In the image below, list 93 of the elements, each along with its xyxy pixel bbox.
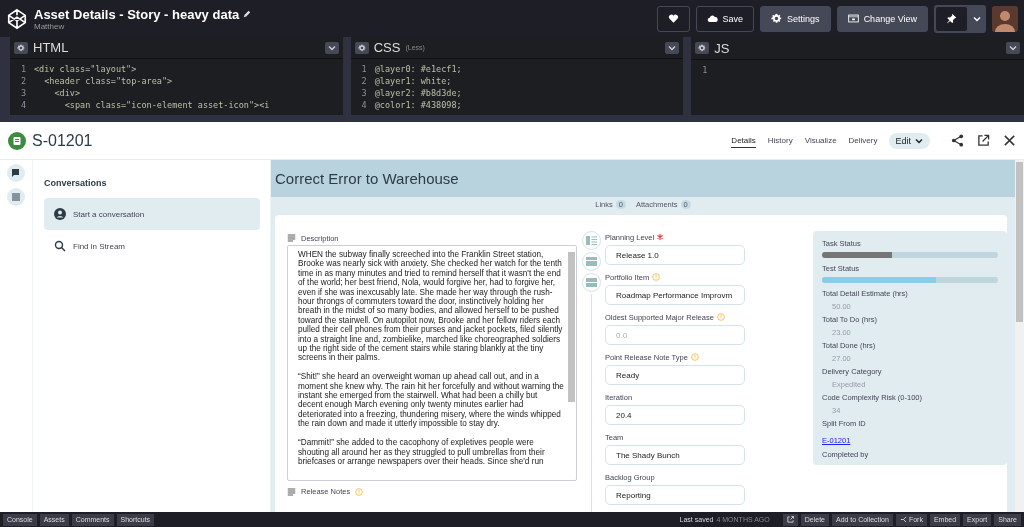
- fork-icon: [899, 516, 907, 523]
- panel-toggle-button[interactable]: [581, 231, 601, 250]
- settings-icon: [17, 43, 25, 52]
- conversation-item[interactable]: Find in Stream: [44, 230, 260, 262]
- close-icon[interactable]: [1003, 134, 1016, 147]
- user-icon: [54, 208, 66, 220]
- detail-tab[interactable]: Visualize: [804, 133, 837, 148]
- code-line: <div class="layout">: [34, 63, 137, 75]
- code-line: @layer1: white;: [374, 75, 452, 87]
- editor-title: CSS: [373, 40, 401, 55]
- layout-icon: [585, 257, 597, 266]
- line-number: 4: [360, 99, 367, 111]
- line-number: 3: [360, 87, 367, 99]
- line-number: 4: [19, 99, 26, 111]
- description-paragraph: “Shit!” she heard an overweight woman up ahead call out, and in a moment she knew why. The rain hit her forcefully and without warning the instant she emerged from the stairwell. What had been a chilly but decent enough March evening only twenty minutes earlier had deteriorated into a freezing, thundering misery, where the winds whipped the rain down and made it utterly impossible to stay dry.: [298, 372, 564, 429]
- external-link-icon: [786, 516, 794, 523]
- code-line: <div>: [53, 87, 81, 99]
- layout-icon: [585, 278, 597, 287]
- code-line: <span class="icon-element asset-icon"><i: [63, 99, 270, 111]
- toolbar-button[interactable]: Change View: [836, 5, 928, 32]
- asset-title: Correct Error to Warehouse: [271, 160, 1015, 197]
- collapse-button[interactable]: [665, 41, 680, 54]
- collapse-button[interactable]: [324, 41, 339, 54]
- toolbar-button[interactable]: Save: [695, 5, 755, 32]
- editor-title: JS: [714, 40, 730, 56]
- description-textarea[interactable]: [287, 245, 577, 481]
- collapse-button[interactable]: [1006, 42, 1020, 54]
- pen-title: Asset Details - Story - heavy data: [34, 6, 240, 22]
- cloud-icon: [706, 13, 718, 24]
- code-line: @layer2: #b8d3de;: [374, 87, 462, 99]
- text-field[interactable]: The Shady Bunch: [605, 445, 745, 465]
- external-link-icon[interactable]: [977, 134, 990, 147]
- editor-settings-button[interactable]: [695, 42, 710, 54]
- pin-icon: [946, 13, 957, 24]
- code-line: @layer0: #e1ecf1;: [374, 63, 462, 75]
- warning-icon: [716, 313, 725, 321]
- search-icon: [54, 240, 66, 252]
- asset-id: S-01201: [32, 131, 94, 150]
- author-name[interactable]: Matthew: [34, 21, 651, 31]
- settings-icon: [771, 13, 783, 24]
- pencil-icon[interactable]: [243, 10, 252, 18]
- panel-toggle-button[interactable]: [581, 252, 601, 271]
- text-field[interactable]: 20.4: [605, 405, 745, 425]
- detail-tab[interactable]: Delivery: [848, 133, 878, 148]
- columns-icon: [585, 236, 597, 245]
- line-number: 1: [19, 63, 26, 75]
- text-field[interactable]: 0.0: [605, 325, 745, 345]
- pin-button[interactable]: [935, 5, 968, 32]
- warning-icon: [690, 353, 699, 361]
- warning-icon: [355, 487, 364, 496]
- edit-dropdown[interactable]: Edit: [889, 132, 930, 149]
- warning-icon: [652, 273, 661, 281]
- caret-icon: [1008, 43, 1018, 53]
- text-field[interactable]: Reporting: [605, 485, 745, 505]
- heart-icon: [667, 13, 679, 24]
- window-icon: [847, 13, 859, 24]
- settings-icon: [698, 44, 707, 52]
- code-editor-panel[interactable]: JS 1: [691, 37, 1024, 115]
- flag-chat-button[interactable]: [7, 164, 25, 182]
- detail-tab[interactable]: History: [767, 133, 793, 148]
- settings-icon: [357, 43, 366, 52]
- story-icon: [8, 131, 26, 150]
- scrollbar-thumb[interactable]: [568, 252, 575, 402]
- line-number: 1: [360, 63, 367, 75]
- line-number: 3: [19, 87, 26, 99]
- avatar-icon[interactable]: [992, 5, 1018, 32]
- scrollbar-thumb[interactable]: [1016, 162, 1023, 322]
- open-button[interactable]: [782, 513, 798, 526]
- editor-title: HTML: [33, 40, 69, 55]
- line-number: 1: [701, 64, 708, 76]
- share-icon[interactable]: [951, 134, 964, 147]
- line-number: 2: [360, 75, 367, 87]
- list-button[interactable]: [7, 188, 25, 206]
- conversation-item[interactable]: Start a conversation: [44, 198, 260, 230]
- editor-settings-button[interactable]: [14, 41, 28, 54]
- required-asterisk-icon: [657, 234, 664, 240]
- code-line: <header class="top-area">: [43, 75, 173, 87]
- toolbar-button[interactable]: Settings: [760, 5, 831, 32]
- like-button[interactable]: [656, 5, 690, 32]
- code-editor-panel[interactable]: HTML 1 <div class="layout"> 2 <header class="top-area"> 3 <div> 4 <span class="icon-element asset-icon"><i: [10, 37, 343, 115]
- panel-toggle-button[interactable]: [581, 273, 601, 292]
- text-field[interactable]: Roadmap Performance Improvm: [605, 285, 745, 305]
- conversations-heading: Conversations: [44, 178, 108, 188]
- detail-tab[interactable]: Details: [731, 133, 756, 148]
- description-paragraph: WHEN the subway finally screeched into the Franklin Street station, Brooke was nearly sick with anxiety. She checked her watch for the tenth time in as many minutes and tried to remind herself that it wasn't the end of the world; her best friend, Nola, would forgive her, had to forgive her, even if she was inexcusably late. She made her way through the rush-hour throngs of commuters toward the door, instinctively holding her breath in the midst of so many bodies, and allowed herself to be pushed toward the stairwell. On autopilot now, Brooke and her fellow riders each pulled their cell phones from their purses and jacket pockets, filed silently into a straight line and, zombielike, marched like choreographed soldiers up the right side of the cement stairs while staring blankly at the tiny screens in their palms.: [298, 250, 564, 363]
- line-number: 2: [19, 75, 26, 87]
- code-line: @color1: #438098;: [374, 99, 462, 111]
- description-paragraph: “Dammit!” she added to the cacophony of expletives people were shouting all around her as they struggled to pull umbrellas from their briefcases or arrange newspapers over their heads. Since she'd run: [298, 438, 546, 467]
- flag-icon: [11, 168, 21, 178]
- editor-settings-button[interactable]: [354, 41, 369, 54]
- text-field[interactable]: Ready: [605, 365, 745, 385]
- text-field[interactable]: Release 1.0: [605, 245, 745, 265]
- cube-logo-icon: [6, 7, 28, 30]
